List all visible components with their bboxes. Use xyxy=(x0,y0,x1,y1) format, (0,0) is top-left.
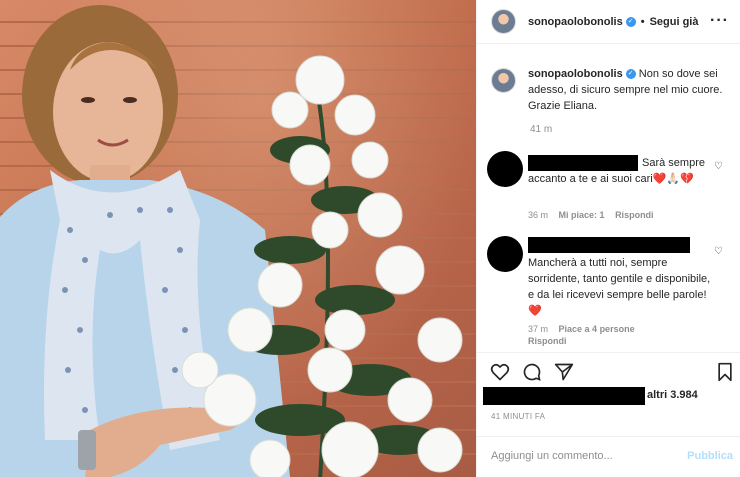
comment-likes[interactable]: Piace a 4 persone xyxy=(559,324,635,334)
avatar[interactable] xyxy=(491,68,516,93)
comment-like-heart-icon[interactable]: ♡ xyxy=(714,246,723,257)
comment-item: Mancherà a tutti noi, sempre sorridente,… xyxy=(487,236,737,346)
bookmark-icon[interactable] xyxy=(715,362,735,382)
comment-avatar-redacted[interactable] xyxy=(487,236,523,272)
comment-like-heart-icon[interactable]: ♡ xyxy=(714,161,723,172)
caption-time[interactable]: 41 m xyxy=(530,124,552,135)
comment-username-redacted[interactable] xyxy=(528,237,690,253)
action-bar xyxy=(477,352,740,386)
comment-time[interactable]: 37 m xyxy=(528,324,548,334)
comment-icon[interactable] xyxy=(522,362,542,382)
comment-time[interactable]: 36 m xyxy=(528,210,548,220)
verified-badge-icon: ✓ xyxy=(625,16,636,27)
comment-meta: 37 m Piace a 4 persone Rispondi xyxy=(528,323,688,347)
heart-icon[interactable] xyxy=(490,362,510,382)
white-azalea-plant xyxy=(181,55,463,477)
likes-row: altri 3.984 xyxy=(483,387,737,405)
caption-text: sonopaolobonolis ✓ Non so dove sei adesso… xyxy=(528,66,728,114)
share-icon[interactable] xyxy=(554,362,574,382)
post-caption: sonopaolobonolis ✓ Non so dove sei adesso… xyxy=(491,66,731,135)
comment-item: Sarà sempre accanto a te e ai suoi cari❤… xyxy=(487,151,737,231)
verified-badge-icon: ✓ xyxy=(625,69,636,80)
comment-text: Mancherà a tutti noi, sempre sorridente,… xyxy=(528,257,711,317)
more-options-icon[interactable]: ··· xyxy=(710,12,729,30)
likes-count[interactable]: altri 3.984 xyxy=(647,389,698,401)
comment-input[interactable]: Aggiungi un commento... xyxy=(491,450,613,462)
comment-meta: 36 m Mi piace: 1 Rispondi xyxy=(528,210,654,220)
comment-text: Sarà sempre accanto a te e ai suoi cari❤… xyxy=(528,157,705,185)
comment-likes[interactable]: Mi piace: 1 xyxy=(559,210,605,220)
following-button[interactable]: Segui già xyxy=(650,16,699,28)
caption-username[interactable]: sonopaolobonolis xyxy=(528,68,623,80)
avatar[interactable] xyxy=(491,9,516,34)
reply-button[interactable]: Rispondi xyxy=(528,336,567,346)
separator-dot: • xyxy=(640,15,645,28)
publish-button[interactable]: Pubblica xyxy=(687,450,733,462)
post-header: sonopaolobonolis ✓ • Segui già ··· xyxy=(477,0,740,44)
post-timestamp[interactable]: 41 MINUTI FA xyxy=(491,412,545,421)
add-comment-bar: Aggiungi un commento... Pubblica xyxy=(477,436,740,477)
likes-redacted[interactable] xyxy=(483,387,645,405)
comment-avatar-redacted[interactable] xyxy=(487,151,523,187)
reply-button[interactable]: Rispondi xyxy=(615,210,654,220)
post-photo[interactable] xyxy=(0,0,476,477)
username-link[interactable]: sonopaolobonolis xyxy=(528,16,623,28)
post-sidebar: sonopaolobonolis ✓ • Segui già ··· sonop… xyxy=(476,0,740,477)
